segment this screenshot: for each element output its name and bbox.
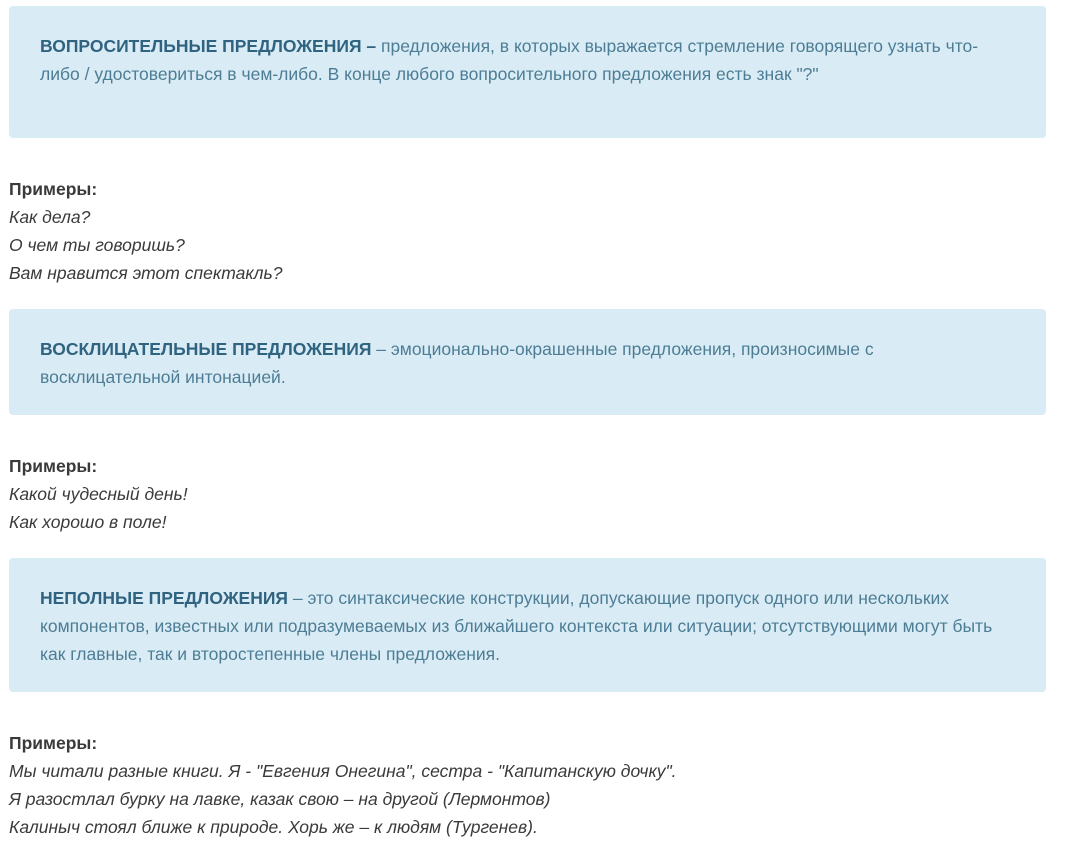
examples-title: Примеры: (9, 456, 98, 476)
example-line: Как хорошо в поле! (9, 512, 167, 532)
examples-title: Примеры: (9, 733, 98, 753)
term-interrogative: ВОПРОСИТЕЛЬНЫЕ ПРЕДЛОЖЕНИЯ – (40, 36, 377, 56)
term-incomplete: НЕПОЛНЫЕ ПРЕДЛОЖЕНИЯ (40, 588, 288, 608)
definition-box-incomplete: НЕПОЛНЫЕ ПРЕДЛОЖЕНИЯ – это синтаксически… (9, 558, 1046, 692)
definition-box-interrogative: ВОПРОСИТЕЛЬНЫЕ ПРЕДЛОЖЕНИЯ – предложения… (9, 6, 1046, 138)
content-page: ВОПРОСИТЕЛЬНЫЕ ПРЕДЛОЖЕНИЯ – предложения… (9, 6, 1046, 841)
example-line: Как дела? (9, 207, 91, 227)
example-line: Какой чудесный день! (9, 484, 188, 504)
examples-title: Примеры: (9, 179, 98, 199)
example-line: Я разостлал бурку на лавке, казак свою –… (9, 789, 551, 809)
example-line: Вам нравится этот спектакль? (9, 263, 283, 283)
definition-box-exclamatory: ВОСКЛИЦАТЕЛЬНЫЕ ПРЕДЛОЖЕНИЯ – эмоциональ… (9, 309, 1046, 415)
example-line: Мы читали разные книги. Я - "Евгения Оне… (9, 761, 677, 781)
examples-exclamatory: Примеры: Какой чудесный день! Как хорошо… (9, 452, 1046, 536)
example-line: Калиныч стоял ближе к природе. Хорь же –… (9, 817, 538, 837)
term-exclamatory: ВОСКЛИЦАТЕЛЬНЫЕ ПРЕДЛОЖЕНИЯ (40, 339, 372, 359)
example-line: О чем ты говоришь? (9, 235, 185, 255)
examples-interrogative: Примеры: Как дела? О чем ты говоришь? Ва… (9, 175, 1046, 287)
examples-incomplete: Примеры: Мы читали разные книги. Я - "Ев… (9, 729, 1046, 841)
